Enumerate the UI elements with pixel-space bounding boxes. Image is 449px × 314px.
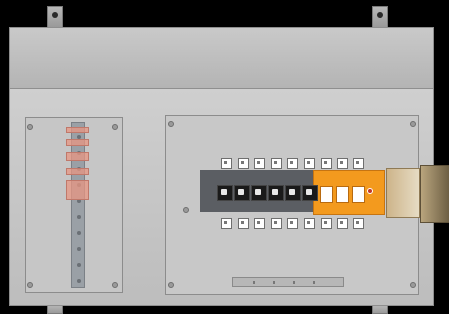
terminal-screw — [271, 218, 282, 229]
screw — [112, 282, 118, 288]
terminal-block-pink — [66, 127, 89, 133]
screw — [168, 121, 174, 127]
terminal-screw — [287, 158, 298, 169]
terminal-block — [268, 185, 284, 201]
terminal-screw — [238, 218, 249, 229]
terminal-screw — [254, 158, 265, 169]
terminal-screw — [221, 158, 232, 169]
rotary-handle[interactable] — [386, 168, 420, 218]
terminal-block-pink — [66, 152, 89, 161]
terminal-screw — [337, 218, 348, 229]
indicator-dot — [367, 188, 373, 194]
terminal-block — [217, 185, 233, 201]
terminal-block-pink — [66, 168, 89, 175]
cable-entry-bar — [232, 277, 344, 287]
handle-extension — [420, 165, 449, 223]
terminal-screw — [353, 158, 364, 169]
enclosure-lid — [9, 27, 434, 89]
terminal-screw — [271, 158, 282, 169]
terminal-screw — [321, 218, 332, 229]
vertical-din-rail — [71, 122, 85, 288]
screw — [410, 121, 416, 127]
terminal-screw — [287, 218, 298, 229]
terminal-screw — [254, 218, 265, 229]
terminal-screw — [337, 158, 348, 169]
terminal-block — [285, 185, 301, 201]
terminal-screw — [304, 158, 315, 169]
terminal-block — [234, 185, 250, 201]
screw — [112, 124, 118, 130]
terminal-block — [302, 185, 318, 201]
screw — [168, 282, 174, 288]
terminal-screw — [221, 218, 232, 229]
terminal-screw — [321, 158, 332, 169]
screw — [27, 282, 33, 288]
mounting-tab-top-right — [372, 6, 388, 28]
mounting-tab-top-left — [47, 6, 63, 28]
terminal-screw — [353, 218, 364, 229]
orange-breaker — [313, 170, 385, 215]
screw — [410, 282, 416, 288]
terminal-block-pink — [66, 139, 89, 146]
terminal-block-pink — [66, 180, 89, 200]
terminal-screw — [238, 158, 249, 169]
terminal-block — [251, 185, 267, 201]
terminal-screw — [304, 218, 315, 229]
screw — [27, 124, 33, 130]
screw — [183, 207, 189, 213]
